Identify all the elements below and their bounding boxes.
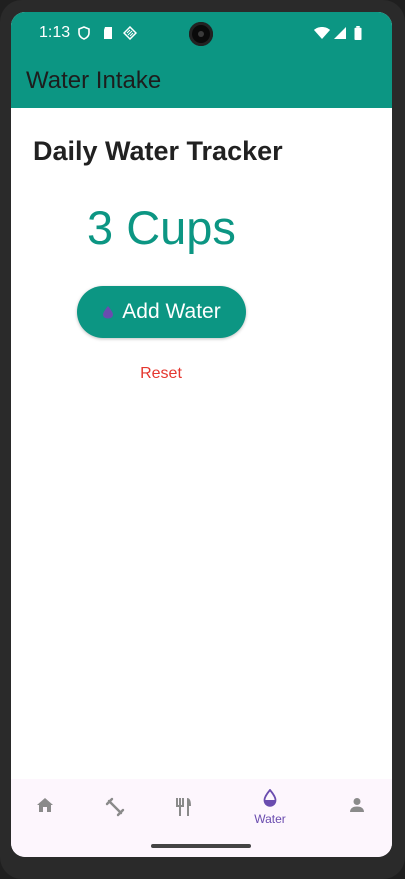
add-water-label: Add Water — [122, 300, 221, 323]
nav-item-fitness[interactable] — [85, 779, 145, 857]
wifi-icon — [314, 27, 330, 39]
cups-count: 3 Cups — [87, 201, 236, 254]
nav-item-home[interactable] — [15, 779, 75, 857]
app-bar: Water Intake — [11, 57, 392, 108]
gesture-handle[interactable] — [151, 844, 251, 848]
add-water-button[interactable]: Add Water — [77, 286, 246, 338]
app-title: Water Intake — [26, 67, 162, 94]
status-bar: 1:13 — [11, 12, 392, 57]
fitness-icon — [105, 797, 125, 817]
reset-button[interactable]: Reset — [133, 365, 189, 389]
status-time: 1:13 — [39, 24, 71, 41]
person-icon — [350, 798, 364, 812]
sd-card-icon — [104, 27, 112, 39]
screen: 1:13 Water Intake Daily Water Tracker 3 … — [11, 12, 392, 857]
camera-cutout — [189, 22, 213, 46]
nav-item-profile[interactable] — [327, 779, 387, 857]
shield-icon — [78, 26, 90, 40]
water-drop-icon — [263, 789, 277, 807]
restaurant-icon — [176, 798, 191, 816]
cell-signal-icon — [334, 27, 346, 39]
battery-icon — [354, 26, 362, 40]
water-drop-icon — [103, 306, 114, 319]
nav-label-water: Water — [254, 812, 286, 826]
home-icon — [37, 798, 53, 812]
device-frame: 1:13 Water Intake Daily Water Tracker 3 … — [0, 0, 405, 879]
signal-diamond-icon — [123, 26, 137, 40]
page-title: Daily Water Tracker — [33, 136, 283, 166]
